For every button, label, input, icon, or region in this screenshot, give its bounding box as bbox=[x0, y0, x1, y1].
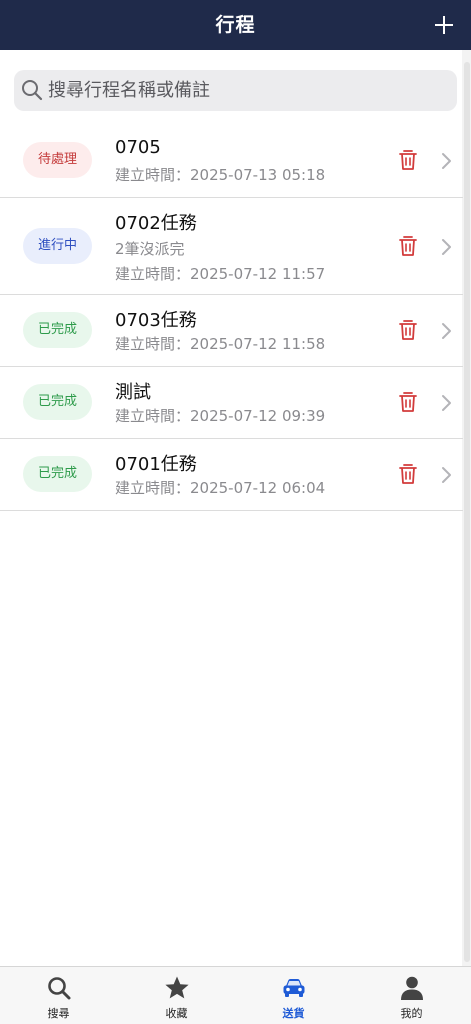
trash-icon[interactable] bbox=[398, 319, 418, 341]
tab-label: 收藏 bbox=[165, 1007, 188, 1020]
trip-created-time: 建立時間：2025-07-12 06:04 bbox=[115, 479, 326, 497]
top-nav-bar: 行程 bbox=[0, 0, 471, 50]
trip-created-time: 建立時間：2025-07-12 11:58 bbox=[115, 335, 326, 353]
trip-created-time: 建立時間：2025-07-12 09:39 bbox=[115, 407, 326, 425]
status-badge: 已完成 bbox=[23, 312, 92, 348]
status-badge: 已完成 bbox=[23, 384, 92, 420]
search-icon bbox=[48, 977, 71, 1000]
chevron-right-icon[interactable] bbox=[440, 321, 452, 341]
star-icon bbox=[165, 976, 189, 999]
trip-row[interactable]: 已完成 測試 建立時間：2025-07-12 09:39 bbox=[0, 367, 463, 439]
tab-profile[interactable]: 我的 bbox=[353, 967, 470, 1024]
status-badge: 已完成 bbox=[23, 456, 92, 492]
person-icon bbox=[401, 976, 423, 1000]
tab-label: 我的 bbox=[400, 1007, 423, 1020]
trash-icon[interactable] bbox=[398, 149, 418, 171]
trip-row[interactable]: 待處理 0705 建立時間：2025-07-13 05:18 bbox=[0, 124, 463, 198]
search-icon bbox=[22, 80, 43, 101]
trip-list: 待處理 0705 建立時間：2025-07-13 05:18 進行中 0702任… bbox=[0, 124, 463, 511]
trash-icon[interactable] bbox=[398, 235, 418, 257]
trip-row[interactable]: 進行中 0702任務 2筆沒派完 建立時間：2025-07-12 11:57 bbox=[0, 198, 463, 295]
tab-delivery[interactable]: 送貨 bbox=[235, 967, 352, 1024]
chevron-right-icon[interactable] bbox=[440, 151, 452, 171]
status-badge: 進行中 bbox=[23, 228, 92, 264]
trip-created-time: 建立時間：2025-07-13 05:18 bbox=[115, 166, 326, 184]
page-title: 行程 bbox=[215, 14, 256, 36]
car-icon bbox=[283, 979, 305, 997]
trash-icon[interactable] bbox=[398, 463, 418, 485]
status-badge: 待處理 bbox=[23, 142, 92, 178]
trip-note: 2筆沒派完 bbox=[115, 240, 185, 258]
trip-title: 0701任務 bbox=[115, 454, 197, 475]
tab-label: 搜尋 bbox=[47, 1007, 70, 1020]
chevron-right-icon[interactable] bbox=[440, 393, 452, 413]
chevron-right-icon[interactable] bbox=[440, 237, 452, 257]
scrollbar-thumb[interactable] bbox=[464, 62, 470, 962]
trip-title: 測試 bbox=[115, 382, 151, 403]
chevron-right-icon[interactable] bbox=[440, 465, 452, 485]
search-bar[interactable] bbox=[14, 70, 457, 111]
trip-title: 0705 bbox=[115, 137, 161, 158]
trash-icon[interactable] bbox=[398, 391, 418, 413]
trip-title: 0703任務 bbox=[115, 310, 197, 331]
trip-created-time: 建立時間：2025-07-12 11:57 bbox=[115, 265, 326, 283]
bottom-tab-bar: 搜尋 收藏 送貨 我的 bbox=[0, 966, 471, 1024]
tab-favorites[interactable]: 收藏 bbox=[118, 967, 235, 1024]
tab-search[interactable]: 搜尋 bbox=[0, 967, 117, 1024]
trip-row[interactable]: 已完成 0701任務 建立時間：2025-07-12 06:04 bbox=[0, 439, 463, 511]
trip-title: 0702任務 bbox=[115, 213, 197, 234]
tab-label: 送貨 bbox=[282, 1007, 305, 1020]
trip-row[interactable]: 已完成 0703任務 建立時間：2025-07-12 11:58 bbox=[0, 295, 463, 367]
search-input[interactable] bbox=[48, 70, 448, 111]
add-trip-button[interactable] bbox=[429, 8, 459, 42]
